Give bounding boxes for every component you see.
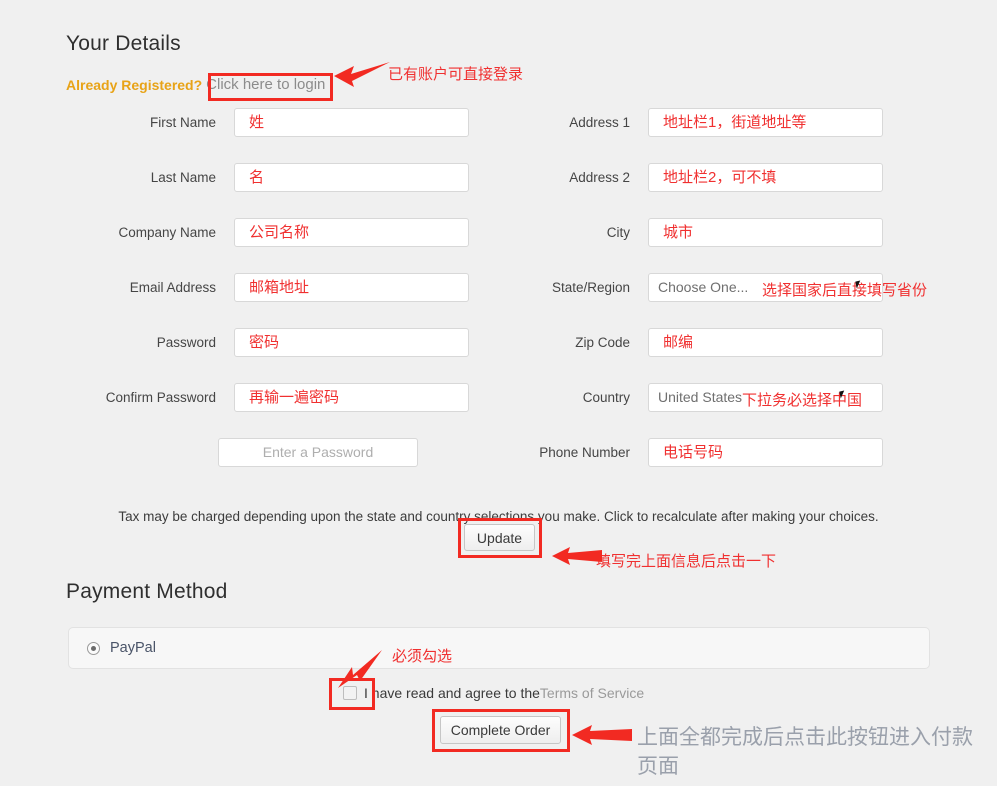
field-row-email-address: Email Address 邮箱地址 — [66, 273, 469, 302]
terms-of-service-link[interactable]: Terms of Service — [540, 685, 644, 701]
terms-checkbox[interactable] — [343, 686, 357, 700]
click-here-to-login-link[interactable]: Click here to login — [206, 76, 325, 93]
field-row-first-name: First Name 姓 — [66, 108, 469, 137]
label-address-2: Address 2 — [569, 170, 630, 185]
field-row-last-name: Last Name 名 — [66, 163, 469, 192]
input-address-1[interactable]: 地址栏1，街道地址等 — [648, 108, 883, 137]
your-details-heading: Your Details — [66, 32, 181, 55]
field-row-state-region: State/Region Choose One... — [480, 273, 883, 302]
label-country: Country — [582, 390, 630, 405]
annotation-update-text: 填写完上面信息后点击一下 — [596, 553, 777, 570]
field-row-address-1: Address 1 地址栏1，街道地址等 — [480, 108, 883, 137]
input-email-address[interactable]: 邮箱地址 — [234, 273, 469, 302]
input-first-name[interactable]: 姓 — [234, 108, 469, 137]
already-registered-label: Already Registered? — [66, 76, 203, 93]
label-last-name: Last Name — [150, 170, 216, 185]
select-state-region[interactable]: Choose One... — [648, 273, 883, 302]
field-row-country: Country United States — [480, 383, 883, 412]
field-row-confirm-password: Confirm Password 再输一遍密码 — [66, 383, 469, 412]
select-state-region-value: Choose One... — [658, 279, 749, 295]
paypal-option-panel[interactable]: PayPal — [68, 627, 930, 669]
input-company-name[interactable]: 公司名称 — [234, 218, 469, 247]
input-address-2[interactable]: 地址栏2，可不填 — [648, 163, 883, 192]
field-row-password: Password 密码 — [66, 328, 469, 357]
label-city: City — [606, 225, 630, 240]
label-state-region: State/Region — [551, 280, 630, 295]
input-phone-number[interactable]: 电话号码 — [648, 438, 883, 467]
field-row-company-name: Company Name 公司名称 — [66, 218, 469, 247]
arrow-icon-login — [334, 62, 390, 87]
already-registered-row: Already Registered? Click here to login — [66, 76, 325, 93]
label-zip-code: Zip Code — [575, 335, 630, 350]
select-country[interactable]: United States — [648, 383, 883, 412]
terms-agreement-row: I have read and agree to the Terms of Se… — [343, 685, 644, 701]
input-last-name[interactable]: 名 — [234, 163, 469, 192]
payment-method-heading: Payment Method — [66, 580, 228, 603]
terms-text: I have read and agree to the — [364, 685, 540, 701]
input-city[interactable]: 城市 — [648, 218, 883, 247]
label-address-1: Address 1 — [569, 115, 630, 130]
paypal-label: PayPal — [110, 640, 156, 656]
complete-order-button[interactable]: Complete Order — [440, 716, 561, 744]
annotation-complete-order-text: 上面全都完成后点击此按钮进入付款页面 — [637, 726, 973, 778]
select-country-value: United States — [658, 389, 743, 405]
label-email-address: Email Address — [129, 280, 216, 295]
tax-note-text: Tax may be charged depending upon the st… — [118, 509, 879, 524]
paypal-radio-button[interactable] — [87, 642, 100, 655]
input-confirm-password[interactable]: 再输一遍密码 — [234, 383, 469, 412]
label-confirm-password: Confirm Password — [105, 390, 216, 405]
password-strength-indicator: Enter a Password — [218, 438, 418, 467]
label-first-name: First Name — [149, 115, 216, 130]
checkout-page: Your Details Already Registered? Click h… — [0, 0, 997, 786]
field-row-phone-number: Phone Number 电话号码 — [480, 438, 883, 467]
label-company-name: Company Name — [118, 225, 216, 240]
field-row-city: City 城市 — [480, 218, 883, 247]
label-password: Password — [156, 335, 216, 350]
label-phone-number: Phone Number — [539, 445, 630, 460]
annotation-login-text: 已有账户可直接登录 — [388, 66, 524, 83]
input-password[interactable]: 密码 — [234, 328, 469, 357]
field-row-zip-code: Zip Code 邮编 — [480, 328, 883, 357]
update-button[interactable]: Update — [464, 524, 535, 551]
field-row-address-2: Address 2 地址栏2，可不填 — [480, 163, 883, 192]
input-zip-code[interactable]: 邮编 — [648, 328, 883, 357]
arrow-icon-complete-order — [572, 725, 632, 745]
arrow-icon-update — [552, 547, 602, 565]
